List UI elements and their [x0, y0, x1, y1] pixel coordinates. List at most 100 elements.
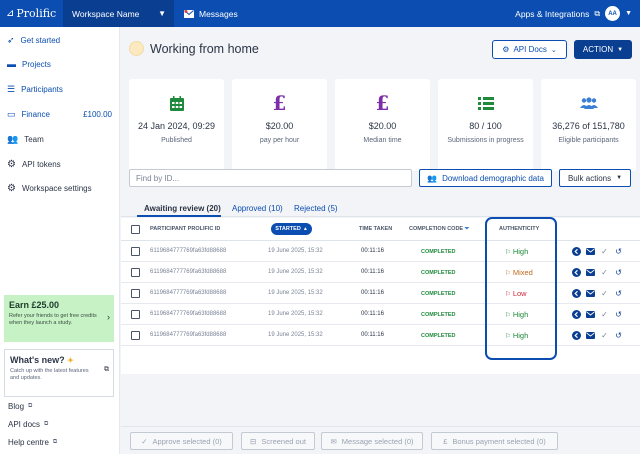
- row-checkbox[interactable]: [131, 247, 140, 256]
- table-row[interactable]: 6119684777769fa63fd88688 19 June 2025, 15…: [121, 304, 640, 325]
- envelope-icon[interactable]: [586, 331, 595, 340]
- select-all-checkbox[interactable]: [131, 225, 140, 234]
- undo-icon[interactable]: ↺: [614, 247, 623, 256]
- table-row[interactable]: 6119684777769fa63fd88688 19 June 2025, 15…: [121, 241, 640, 262]
- stat-label: Median time: [363, 137, 402, 144]
- blog-link[interactable]: Blog ⧉: [8, 402, 32, 411]
- completion-code: COMPLETED: [421, 333, 456, 339]
- team-icon: 👥: [7, 133, 19, 144]
- stat-label: Eligible participants: [558, 137, 619, 144]
- stat-label: Submissions in progress: [447, 137, 524, 144]
- undo-icon[interactable]: ↺: [614, 268, 623, 277]
- completion-code: COMPLETED: [421, 270, 456, 276]
- avatar[interactable]: AA: [605, 6, 621, 21]
- sidebar-item-participants[interactable]: ☰ Participants: [0, 79, 120, 99]
- stat-card-published: 24 Jan 2024, 09:29 Published: [129, 79, 224, 171]
- apps-integrations-link[interactable]: Apps & Integrations: [515, 9, 589, 19]
- whats-new-title: What's new?: [10, 355, 65, 365]
- reject-icon[interactable]: [572, 289, 581, 298]
- api-icon: ⚙: [502, 45, 510, 54]
- check-icon[interactable]: ✓: [600, 310, 609, 319]
- envelope-icon[interactable]: [586, 247, 595, 256]
- undo-icon[interactable]: ↺: [614, 289, 623, 298]
- table-row[interactable]: 6119684777769fa63fd88688 19 June 2025, 15…: [121, 325, 640, 346]
- table-header: PARTICIPANT PROLIFIC ID STARTED ▲ TIME T…: [121, 218, 640, 241]
- pound-icon: £: [272, 91, 287, 115]
- sidebar-item-api-tokens[interactable]: ⚙ API tokens: [0, 154, 120, 174]
- reject-icon[interactable]: [572, 247, 581, 256]
- table-row[interactable]: 6119684777769fa63fd88688 19 June 2025, 15…: [121, 283, 640, 304]
- action-label: ACTION: [582, 45, 614, 54]
- messages-label: Messages: [199, 8, 238, 19]
- envelope-icon[interactable]: [586, 310, 595, 319]
- reject-icon[interactable]: [572, 268, 581, 277]
- message-selected-button[interactable]: ✉ Message selected (0): [321, 432, 423, 450]
- workspace-selector[interactable]: Workspace Name ▼: [63, 0, 174, 27]
- submissions-table: PARTICIPANT PROLIFIC ID STARTED ▲ TIME T…: [121, 218, 640, 374]
- reject-icon[interactable]: [572, 331, 581, 340]
- reject-icon[interactable]: [572, 310, 581, 319]
- check-icon[interactable]: ✓: [600, 247, 609, 256]
- screened-out-button[interactable]: ⊟ Screened out: [241, 432, 315, 450]
- sidebar-item-label: Team: [24, 134, 44, 144]
- sidebar-item-workspace-settings[interactable]: ⚙ Workspace settings: [0, 178, 120, 198]
- external-link-icon[interactable]: ⧉: [594, 9, 600, 19]
- participant-id[interactable]: 6119684777769fa63fd88688: [150, 332, 226, 338]
- earn-referral-card[interactable]: Earn £25.00 Refer your friends to get fr…: [4, 295, 114, 342]
- time-taken: 00:11:16: [361, 311, 384, 317]
- undo-icon[interactable]: ↺: [614, 310, 623, 319]
- tab-approved[interactable]: Approved (10): [232, 204, 283, 213]
- approve-selected-button[interactable]: ✓ Approve selected (0): [130, 432, 233, 450]
- api-docs-button[interactable]: ⚙ API Docs ⌄: [492, 40, 567, 59]
- check-icon[interactable]: ✓: [600, 331, 609, 340]
- earn-text: Refer your friends to get free credits w…: [9, 313, 97, 327]
- tab-awaiting-review[interactable]: Awaiting review (20): [144, 204, 221, 213]
- bulk-actions-button[interactable]: Bulk actions ▼: [559, 169, 631, 187]
- download-demographic-button[interactable]: 👥 Download demographic data: [419, 169, 552, 187]
- sort-started-button[interactable]: STARTED ▲: [271, 223, 312, 235]
- api-docs-label: API docs: [8, 420, 41, 429]
- api-docs-link[interactable]: API docs ⧉: [8, 420, 48, 429]
- tab-rejected[interactable]: Rejected (5): [294, 204, 338, 213]
- prolific-logo[interactable]: ⊿ Prolific: [0, 7, 63, 20]
- sidebar-item-label: API tokens: [21, 159, 61, 169]
- row-checkbox[interactable]: [131, 268, 140, 277]
- row-actions: ✓ ↺: [572, 289, 623, 298]
- envelope-icon[interactable]: [586, 289, 595, 298]
- column-header-code[interactable]: COMPLETION CODE ⏷: [409, 226, 469, 233]
- participant-id[interactable]: 6119684777769fa63fd88688: [150, 290, 226, 296]
- logo-mark-icon: ⊿: [6, 8, 15, 19]
- row-checkbox[interactable]: [131, 310, 140, 319]
- row-actions: ✓ ↺: [572, 331, 623, 340]
- participant-id[interactable]: 6119684777769fa63fd88688: [150, 311, 226, 317]
- sidebar-item-projects[interactable]: ▬ Projects: [0, 54, 120, 74]
- table-row[interactable]: 6119684777769fa63fd88688 19 June 2025, 15…: [121, 262, 640, 283]
- sidebar-item-get-started[interactable]: ➶ Get started: [0, 30, 120, 50]
- completion-code: COMPLETED: [421, 312, 456, 318]
- sort-asc-icon: ▲: [302, 226, 308, 232]
- bonus-payment-button[interactable]: £ Bonus payment selected (0): [431, 432, 558, 450]
- sidebar-item-label: Get started: [20, 35, 61, 45]
- chevron-down-icon[interactable]: ▼: [625, 10, 632, 17]
- undo-icon[interactable]: ↺: [614, 331, 623, 340]
- sidebar-item-team[interactable]: 👥 Team: [0, 129, 120, 149]
- row-checkbox[interactable]: [131, 289, 140, 298]
- submission-tabs: Awaiting review (20) Approved (10) Rejec…: [121, 197, 640, 217]
- whats-new-card[interactable]: What's new? ✦ Catch up with the latest f…: [4, 349, 114, 397]
- envelope-icon[interactable]: [586, 268, 595, 277]
- message-label: Message selected (0): [341, 436, 414, 446]
- check-icon[interactable]: ✓: [600, 289, 609, 298]
- search-input[interactable]: Find by ID...: [129, 169, 412, 187]
- participant-id[interactable]: 6119684777769fa63fd88688: [150, 248, 226, 254]
- row-checkbox[interactable]: [131, 331, 140, 340]
- sidebar-item-finance[interactable]: ▭ Finance £100.00: [0, 104, 120, 124]
- messages-link[interactable]: Messages: [174, 9, 238, 19]
- check-icon[interactable]: ✓: [600, 268, 609, 277]
- sidebar-item-label: Projects: [22, 59, 51, 69]
- action-button[interactable]: ACTION ▼: [574, 40, 632, 59]
- time-taken: 00:11:16: [361, 290, 384, 296]
- participant-id[interactable]: 6119684777769fa63fd88688: [150, 269, 226, 275]
- external-link-icon: ⧉: [44, 421, 49, 427]
- bonus-label: Bonus payment selected (0): [452, 436, 546, 446]
- help-centre-link[interactable]: Help centre ⧉: [8, 438, 57, 447]
